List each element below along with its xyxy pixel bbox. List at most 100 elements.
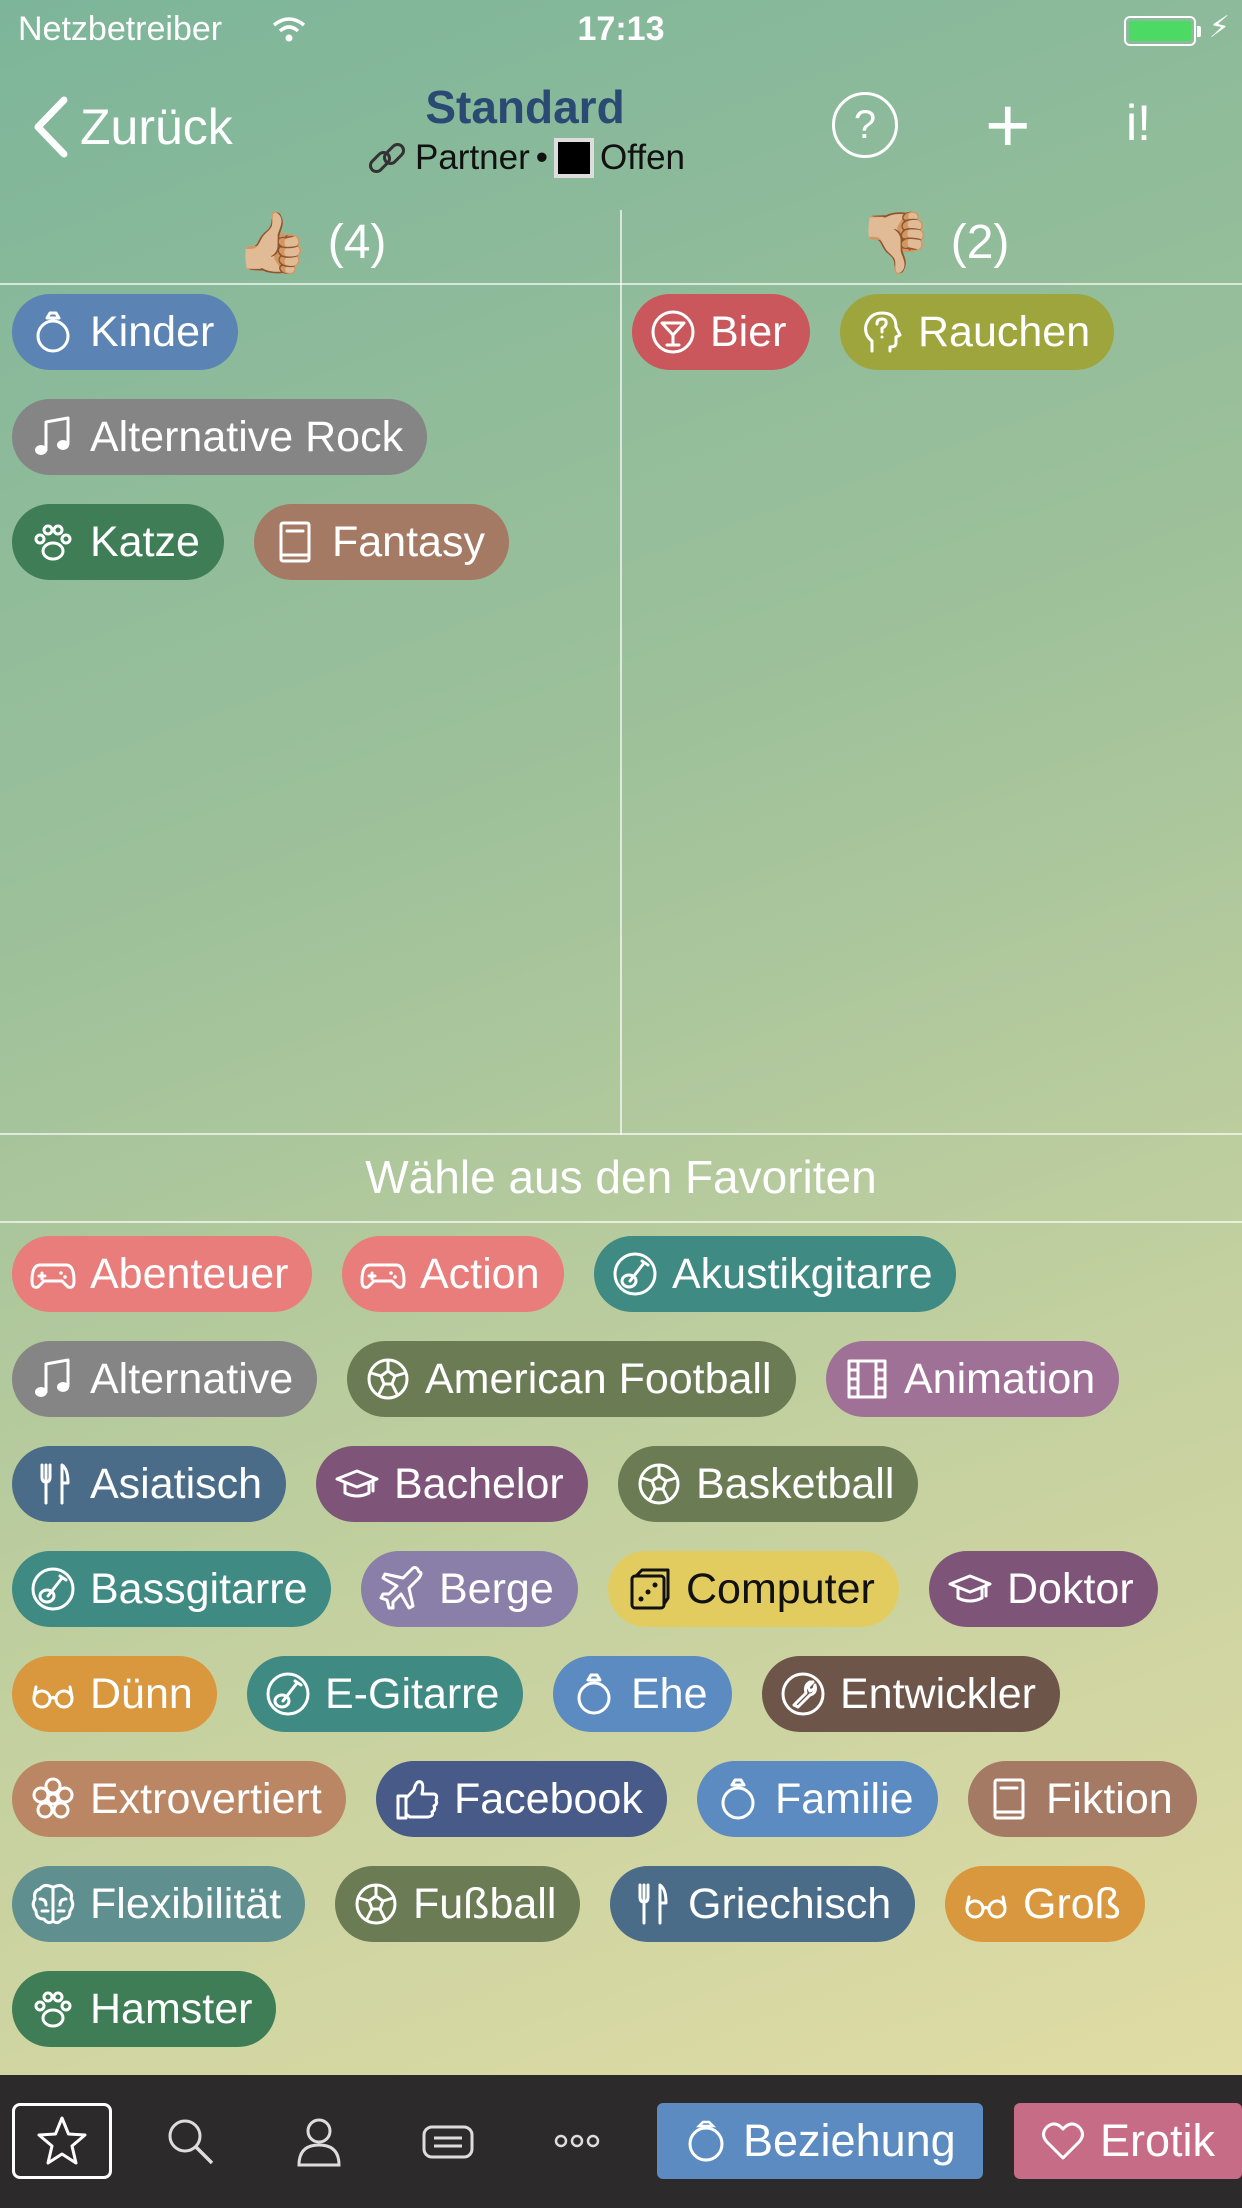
ball-icon <box>365 1356 411 1402</box>
tag-rauchen[interactable]: Rauchen <box>840 294 1115 370</box>
film-icon <box>844 1356 890 1402</box>
battery-icon <box>1124 16 1201 46</box>
tag-fiktion[interactable]: Fiktion <box>968 1761 1197 1837</box>
clock: 17:13 <box>577 10 665 48</box>
cocktail-icon <box>650 309 696 355</box>
tab-profile[interactable] <box>281 2103 357 2179</box>
head-question-icon <box>858 309 904 355</box>
paw-icon <box>30 519 76 565</box>
tag-familie[interactable]: Familie <box>697 1761 938 1837</box>
tag-label: Animation <box>904 1354 1096 1403</box>
likes-count: (4) <box>327 215 387 269</box>
erotic-label: Erotik <box>1100 2115 1216 2166</box>
graduation-cap-icon <box>948 1574 992 1603</box>
color-swatch-icon <box>554 138 595 178</box>
ball-icon <box>353 1881 399 1927</box>
book-icon <box>279 521 311 563</box>
tag-animation[interactable]: Animation <box>826 1341 1120 1417</box>
back-button[interactable]: Zurück <box>30 96 233 158</box>
tag-american-football[interactable]: American Football <box>347 1341 796 1417</box>
gamepad-icon <box>30 1263 76 1289</box>
wrench-icon <box>781 1672 825 1716</box>
thumbs-up-icon <box>396 1780 439 1820</box>
tab-messages[interactable] <box>410 2103 486 2179</box>
tag-label: Facebook <box>454 1774 643 1823</box>
tab-more[interactable] <box>539 2103 615 2179</box>
tag-label: Abenteuer <box>90 1249 289 1298</box>
tag-flexibilität[interactable]: Flexibilität <box>12 1866 306 1942</box>
tag-extrovertiert[interactable]: Extrovertiert <box>12 1761 346 1837</box>
tag-entwickler[interactable]: Entwickler <box>762 1656 1060 1732</box>
tag-label: Dünn <box>90 1669 193 1718</box>
info-button[interactable]: i! <box>1126 94 1151 152</box>
relationship-label: Beziehung <box>743 2115 956 2166</box>
help-button[interactable]: ? <box>832 92 898 158</box>
tag-computer[interactable]: Computer <box>608 1551 899 1627</box>
chevron-left-icon <box>34 96 68 158</box>
tag-e-gitarre[interactable]: E-Gitarre <box>247 1656 524 1732</box>
dislikes-header: 👎🏼 (2) <box>858 200 1009 284</box>
tag-groß[interactable]: Groß <box>945 1866 1145 1942</box>
tag-label: Alternative <box>90 1354 294 1403</box>
tag-abenteuer[interactable]: Abenteuer <box>12 1236 313 1312</box>
status-bar: Netzbetreiber 17:13 ⚡ <box>0 0 1242 60</box>
tag-fußball[interactable]: Fußball <box>335 1866 581 1942</box>
tag-alternative[interactable]: Alternative <box>12 1341 318 1417</box>
tag-label: Berge <box>439 1564 554 1613</box>
ball-icon <box>367 1358 409 1400</box>
card-icon <box>422 2125 474 2159</box>
book-icon <box>986 1776 1032 1822</box>
plane-icon <box>379 1566 423 1610</box>
tag-asiatisch[interactable]: Asiatisch <box>12 1446 287 1522</box>
erotic-button[interactable]: Erotik <box>1014 2103 1242 2179</box>
thumbs-up-icon <box>394 1776 440 1822</box>
link-icon <box>368 142 406 174</box>
tag-berge[interactable]: Berge <box>361 1551 578 1627</box>
relationship-button[interactable]: Beziehung <box>657 2103 983 2179</box>
tag-label: Doktor <box>1007 1564 1134 1613</box>
tag-bier[interactable]: Bier <box>632 294 811 370</box>
plane-icon <box>379 1566 425 1612</box>
add-button[interactable]: + <box>985 86 1031 164</box>
tag-alternative-rock[interactable]: Alternative Rock <box>12 399 428 475</box>
ring-icon <box>571 1671 617 1717</box>
tag-fantasy[interactable]: Fantasy <box>254 504 509 580</box>
tag-doktor[interactable]: Doktor <box>929 1551 1158 1627</box>
state-label: Offen <box>600 138 686 177</box>
tag-label: Hamster <box>90 1984 253 2033</box>
column-divider <box>620 210 622 1135</box>
guitar-icon <box>266 1672 310 1716</box>
ring-icon <box>688 2120 724 2162</box>
cutlery-icon <box>628 1881 674 1927</box>
tab-search[interactable] <box>152 2103 228 2179</box>
tag-dünn[interactable]: Dünn <box>12 1656 217 1732</box>
section-divider <box>0 1133 1242 1135</box>
tag-bachelor[interactable]: Bachelor <box>316 1446 588 1522</box>
tag-label: Asiatisch <box>90 1459 263 1508</box>
tag-akustikgitarre[interactable]: Akustikgitarre <box>594 1236 957 1312</box>
tag-facebook[interactable]: Facebook <box>376 1761 667 1837</box>
glasses-icon <box>32 1685 74 1709</box>
paw-icon <box>34 524 72 561</box>
tag-label: E-Gitarre <box>325 1669 500 1718</box>
tag-bassgitarre[interactable]: Bassgitarre <box>12 1551 332 1627</box>
dice-icon <box>626 1566 672 1612</box>
tag-label: American Football <box>425 1354 772 1403</box>
book-icon <box>272 519 318 565</box>
tag-basketball[interactable]: Basketball <box>618 1446 919 1522</box>
tag-action[interactable]: Action <box>342 1236 564 1312</box>
tag-ehe[interactable]: Ehe <box>553 1656 732 1732</box>
tag-label: Katze <box>90 517 200 566</box>
partner-label: Partner <box>414 138 530 177</box>
tag-label: Entwickler <box>840 1669 1036 1718</box>
glasses-icon <box>30 1671 76 1717</box>
tab-favorites[interactable] <box>12 2103 112 2179</box>
more-icon <box>554 2134 600 2148</box>
dice-icon <box>630 1568 670 1610</box>
graduation-cap-icon <box>947 1566 993 1612</box>
tag-label: Familie <box>775 1774 914 1823</box>
tag-katze[interactable]: Katze <box>12 504 224 580</box>
tag-griechisch[interactable]: Griechisch <box>610 1866 916 1942</box>
tag-kinder[interactable]: Kinder <box>12 294 239 370</box>
tag-hamster[interactable]: Hamster <box>12 1971 277 2047</box>
